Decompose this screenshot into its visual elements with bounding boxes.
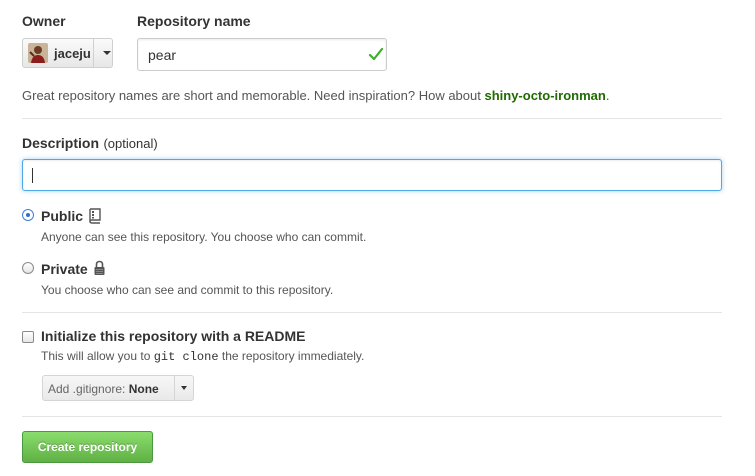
- init-readme-label[interactable]: Initialize this repository with a README: [41, 328, 305, 344]
- repository-name-label: Repository name: [137, 13, 251, 29]
- repository-name-input[interactable]: [137, 38, 387, 71]
- optional-note: (optional): [103, 136, 158, 151]
- init-desc-suffix: the repository immediately.: [218, 349, 365, 363]
- text-cursor: [32, 168, 33, 183]
- init-desc-prefix: This will allow you to: [41, 349, 154, 363]
- gitignore-prefix: Add .gitignore:: [48, 382, 129, 396]
- hint-text: Great repository names are short and mem…: [22, 88, 485, 103]
- gitignore-value: None: [128, 382, 159, 396]
- repo-icon: [89, 208, 101, 224]
- init-readme-description: This will allow you to git clone the rep…: [41, 349, 364, 364]
- create-repository-button[interactable]: Create repository: [22, 431, 153, 463]
- check-icon: [368, 47, 384, 61]
- private-radio[interactable]: [22, 262, 34, 274]
- repository-name-hint: Great repository names are short and mem…: [22, 88, 609, 103]
- divider: [22, 118, 722, 119]
- description-label-text: Description: [22, 135, 100, 151]
- public-radio[interactable]: [22, 209, 34, 221]
- avatar: [28, 43, 48, 63]
- gitignore-select[interactable]: Add .gitignore: None: [42, 375, 194, 401]
- chevron-down-icon: [103, 51, 111, 55]
- git-clone-code: git clone: [153, 350, 219, 364]
- name-suggestion[interactable]: shiny-octo-ironman: [484, 88, 605, 103]
- divider: [22, 416, 722, 417]
- divider: [22, 312, 722, 313]
- owner-label: Owner: [22, 13, 66, 29]
- description-input[interactable]: [22, 159, 722, 191]
- public-description: Anyone can see this repository. You choo…: [41, 230, 367, 244]
- lock-icon: [94, 260, 105, 275]
- public-label[interactable]: Public: [41, 208, 83, 224]
- init-readme-checkbox[interactable]: [22, 331, 34, 343]
- private-label[interactable]: Private: [41, 261, 88, 277]
- private-description: You choose who can see and commit to thi…: [41, 283, 334, 297]
- owner-name: jaceju: [54, 45, 91, 61]
- owner-select[interactable]: jaceju: [22, 38, 113, 68]
- hint-suffix: .: [605, 88, 610, 103]
- description-label: Description (optional): [22, 135, 158, 153]
- chevron-down-icon: [181, 386, 187, 390]
